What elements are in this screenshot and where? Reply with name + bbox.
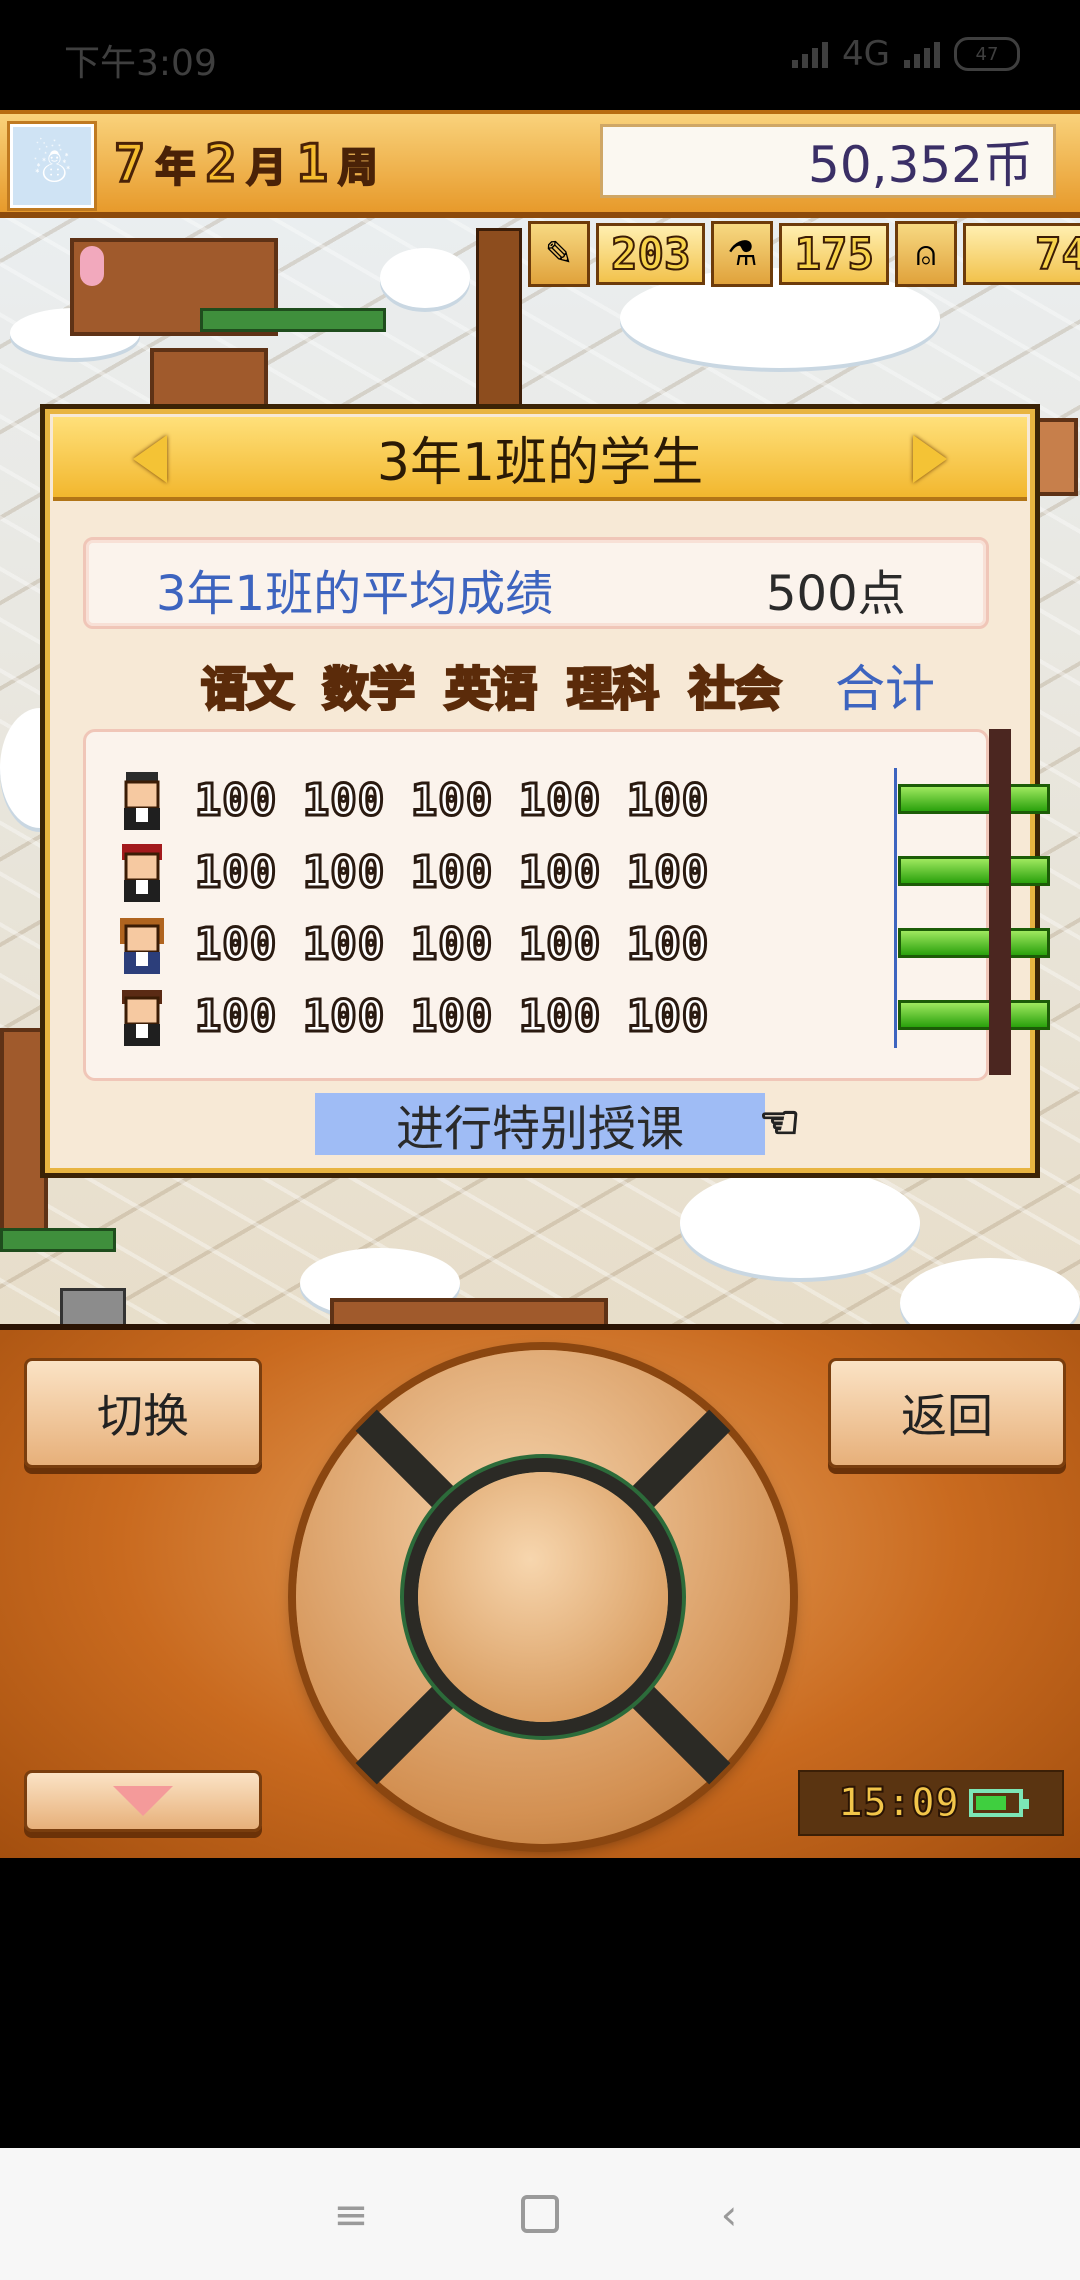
money-display: 50,352币 [600,124,1056,198]
stat-study: 203 [596,223,706,285]
total-separator [894,768,897,1048]
score-chinese: 100 [193,989,278,1043]
battery-fill [976,1796,1007,1810]
totem-pole [476,228,522,414]
month-value: 2 [204,133,238,196]
total-bar [898,1000,1050,1030]
student-row[interactable]: 100 100 100 100 100 [112,840,722,904]
score-social: 100 [625,989,710,1043]
score-math: 100 [301,989,386,1043]
score-chinese: 100 [193,917,278,971]
subject-headers: 语文 数学 英语 理科 社会 [195,653,787,719]
virtual-controller: 切换 返回 15:09 [0,1324,1080,1858]
score-math: 100 [301,773,386,827]
menu-icon[interactable]: ≡ [331,2190,371,2239]
total-header[interactable]: 合计 [835,649,935,721]
subject-science[interactable]: 理科 [561,653,665,719]
pointing-hand-icon: ☜ [758,1094,801,1150]
battery-icon [969,1789,1030,1817]
score-science: 100 [517,845,602,899]
average-value: 500点 [766,566,906,622]
bunny-icon [80,246,104,286]
score-science: 100 [517,989,602,1043]
switch-button[interactable]: 切换 [24,1358,262,1468]
student-avatar [112,768,172,832]
scroll-down-button[interactable] [24,1770,262,1832]
dpad-center-button[interactable] [418,1472,668,1722]
status-indicators: 4G 47 [792,34,1020,74]
snowman-icon: ☃ [10,124,94,208]
scores-scrollbar[interactable] [989,729,1011,1075]
total-bar-fill [898,784,1050,814]
dialog-header: 3年1班的学生 [53,417,1027,501]
triangle-down-icon [113,1786,173,1816]
student-row[interactable]: 100 100 100 100 100 [112,984,722,1048]
battery-icon: 47 [954,37,1020,71]
prev-class-arrow-icon[interactable] [133,435,167,483]
subject-english[interactable]: 英语 [439,653,543,719]
score-english: 100 [409,989,494,1043]
signal-icon [904,40,940,68]
status-time: 下午3:09 [64,43,217,84]
score-science: 100 [517,917,602,971]
score-social: 100 [625,845,710,899]
game-date: 7 年 2 月 1 周 [112,133,379,196]
next-class-arrow-icon[interactable] [913,435,947,483]
subject-chinese[interactable]: 语文 [195,653,299,719]
flask-icon: ⚗ [711,221,774,287]
month-unit: 月 [246,144,288,192]
year-unit: 年 [154,144,196,192]
home-icon[interactable] [521,2195,559,2233]
score-english: 100 [409,917,494,971]
student-avatar [112,984,172,1048]
total-bar [898,784,1050,814]
score-social: 100 [625,773,710,827]
dialog-title: 3年1班的学生 [376,432,704,493]
score-english: 100 [409,845,494,899]
bell-icon: ⍝ [894,221,957,287]
game-clock: 15:09 [798,1770,1064,1836]
total-bar-fill [898,1000,1050,1030]
status-bar: 下午3:09 4G 47 [0,0,1080,110]
game-screen: ☃ 7 年 2 月 1 周 50,352币 ✎ 203 ⚗ 175 ⍝ 74 3… [0,110,1080,1858]
student-avatar [112,912,172,976]
total-bar-fill [898,928,1050,958]
battery-level: 47 [975,43,999,65]
student-scores-list: 100 100 100 100 100 100 100 100 100 100 [83,729,1050,1081]
total-bar-fill [898,856,1050,886]
student-row[interactable]: 100 100 100 100 100 [112,912,722,976]
week-unit: 周 [337,144,379,192]
pencil-icon: ✎ [528,221,590,287]
score-chinese: 100 [193,773,278,827]
score-social: 100 [625,917,710,971]
score-math: 100 [301,917,386,971]
game-header: ☃ 7 年 2 月 1 周 50,352币 [0,110,1080,218]
total-bar [898,928,1050,958]
school-stats: ✎ 203 ⚗ 175 ⍝ 74 [528,221,1080,287]
signal-icon [792,40,829,68]
system-nav-bar: ≡ ‹ [0,2148,1080,2280]
student-avatar [112,840,172,904]
year-value: 7 [112,133,146,196]
score-science: 100 [517,773,602,827]
subject-math[interactable]: 数学 [317,653,421,719]
score-math: 100 [301,845,386,899]
total-bar [898,856,1050,886]
class-students-dialog: 3年1班的学生 3年1班的平均成绩 500点 语文 数学 英语 理科 社会 合计… [40,404,1050,1178]
stat-science: 175 [779,223,889,285]
special-lesson-button[interactable]: 进行特别授课 [315,1093,765,1157]
score-english: 100 [409,773,494,827]
student-row[interactable]: 100 100 100 100 100 [112,768,722,832]
subject-social[interactable]: 社会 [683,653,787,719]
stat-popularity: 74 [962,223,1080,285]
dpad[interactable] [296,1350,790,1844]
week-value: 1 [295,133,329,196]
clock-time: 15:09 [838,1779,960,1827]
back-button[interactable]: 返回 [828,1358,1066,1468]
back-icon[interactable]: ‹ [709,2190,749,2239]
network-type: 4G [842,34,890,74]
class-average-box: 3年1班的平均成绩 500点 [83,537,989,629]
score-chinese: 100 [193,845,278,899]
average-label: 3年1班的平均成绩 [156,566,554,622]
